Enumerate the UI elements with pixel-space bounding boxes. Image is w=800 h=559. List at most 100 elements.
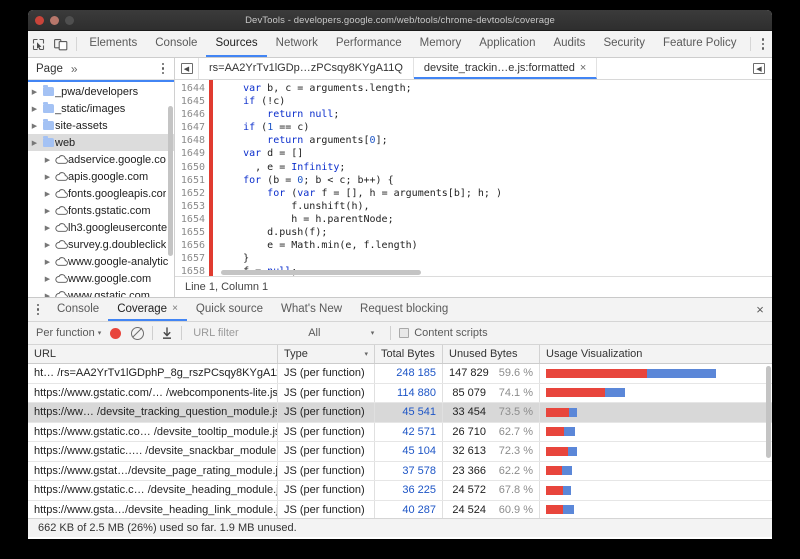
device-toolbar-icon[interactable] — [50, 31, 72, 57]
content-scripts-checkbox[interactable]: Content scripts — [399, 327, 488, 339]
chevron-right-icon[interactable]: ▶ — [41, 190, 54, 198]
drawer-tab-quick-source[interactable]: Quick source — [187, 298, 272, 321]
type-filter-select[interactable]: All ▾ — [308, 327, 382, 339]
drawer-more-icon[interactable] — [28, 298, 48, 321]
table-row[interactable]: https://www.gstatic.co… /devsite_tooltip… — [28, 422, 772, 442]
close-drawer-button[interactable]: × — [748, 298, 772, 321]
tree-item-www-google-analytics[interactable]: ▶ www.google-analytic — [28, 253, 174, 270]
coverage-table-header: URL Type ▾ Total Bytes Unused Bytes Usag… — [28, 345, 772, 364]
code-editor[interactable]: 1644 1645 1646 1647 1648 1649 1650 1651 1652 1653… — [175, 80, 772, 276]
record-button[interactable] — [110, 327, 122, 339]
cell-usage-visualization — [540, 442, 772, 461]
show-debugger-icon[interactable]: ◀ — [746, 58, 772, 79]
chevron-right-icon[interactable]: ▶ — [28, 139, 41, 147]
tree-item-web[interactable]: ▶ web — [28, 134, 174, 151]
tab-security[interactable]: Security — [594, 31, 654, 57]
chevron-right-icon[interactable]: ▶ — [41, 275, 54, 283]
tree-item-label: fonts.gstatic.com — [68, 204, 151, 217]
drawer-tab-console[interactable]: Console — [48, 298, 108, 321]
toolbar-divider — [75, 37, 77, 51]
clear-button[interactable] — [131, 326, 145, 340]
devtools-main-tabbar: Elements Console Sources Network Perform… — [28, 31, 772, 58]
chevron-right-icon[interactable]: ▶ — [41, 173, 54, 181]
chevron-right-icon[interactable]: ▶ — [28, 122, 41, 130]
close-icon[interactable]: × — [580, 62, 586, 74]
table-row[interactable]: https://www.gstatic.com/… /webcomponents… — [28, 383, 772, 403]
coverage-mode-select[interactable]: Per function ▾ — [36, 327, 101, 339]
coverage-table-scrollbar[interactable] — [766, 366, 771, 458]
tree-item-www-gstatic-com[interactable]: ▶ www.gstatic.com — [28, 287, 174, 297]
drawer-tab-whats-new[interactable]: What's New — [272, 298, 351, 321]
chevron-right-icon[interactable]: ▶ — [41, 241, 54, 249]
table-row[interactable]: https://www.gsta…/devsite_heading_link_m… — [28, 500, 772, 518]
tab-console[interactable]: Console — [146, 31, 206, 57]
chevron-right-icon[interactable]: ▶ — [41, 156, 54, 164]
table-row[interactable]: https://ww… /devsite_tracking_question_m… — [28, 403, 772, 423]
cell-total-bytes: 114 880 — [375, 383, 443, 402]
tab-elements[interactable]: Elements — [80, 31, 146, 57]
tree-item-site-assets[interactable]: ▶ site-assets — [28, 117, 174, 134]
close-icon[interactable]: × — [172, 303, 178, 314]
tab-application[interactable]: Application — [470, 31, 544, 57]
column-header-type[interactable]: Type ▾ — [278, 345, 375, 363]
table-row[interactable]: https://www.gstat…/devsite_page_rating_m… — [28, 461, 772, 481]
chevron-right-icon[interactable]: ▶ — [41, 207, 54, 215]
table-row[interactable]: https://www.gstatic.c… /devsite_heading_… — [28, 481, 772, 501]
show-navigator-icon[interactable]: ◀ — [175, 58, 199, 79]
column-label: URL — [34, 348, 57, 360]
drawer-tab-coverage[interactable]: Coverage × — [108, 298, 187, 321]
tab-feature-policy[interactable]: Feature Policy — [654, 31, 746, 57]
column-header-unused-bytes[interactable]: Unused Bytes — [443, 345, 540, 363]
tree-item-apis-google[interactable]: ▶ apis.google.com — [28, 168, 174, 185]
cell-type: JS (per function) — [278, 364, 375, 383]
line-number: 1648 — [180, 135, 205, 147]
nav-more-icon[interactable] — [152, 62, 174, 75]
tree-item-survey-g-doubleclick[interactable]: ▶ survey.g.doubleclick — [28, 236, 174, 253]
code-content[interactable]: var b, c = arguments.length; if (!c) ret… — [213, 80, 772, 276]
tree-item-www-google-com[interactable]: ▶ www.google.com — [28, 270, 174, 287]
chevron-right-icon[interactable]: ▶ — [28, 88, 41, 96]
chevron-right-icon[interactable]: ▶ — [41, 224, 54, 232]
tree-item-pwa-developers[interactable]: ▶ _pwa/developers — [28, 83, 174, 100]
code-horizontal-scrollbar[interactable] — [221, 270, 421, 275]
table-row[interactable]: https://www.gstatic.…. /devsite_snackbar… — [28, 442, 772, 462]
tree-item-adservice-google[interactable]: ▶ adservice.google.co — [28, 151, 174, 168]
inspect-element-icon[interactable] — [28, 31, 50, 57]
more-options-icon[interactable] — [754, 31, 772, 57]
tree-item-fonts-gstatic[interactable]: ▶ fonts.gstatic.com — [28, 202, 174, 219]
navigator-more-tabs-icon[interactable]: » — [71, 62, 78, 76]
navigator-scrollbar[interactable] — [168, 106, 173, 256]
cell-unused-bytes: 24 572 67.8 % — [443, 481, 540, 500]
tab-performance[interactable]: Performance — [327, 31, 411, 57]
tree-item-fonts-googleapis[interactable]: ▶ fonts.googleapis.cor — [28, 185, 174, 202]
editor-tab-rs-bundle[interactable]: rs=AA2YrTv1lGDp…zPCsqy8KYgA11Q — [199, 58, 414, 79]
export-download-icon[interactable] — [161, 326, 173, 340]
usage-bar-unused-segment — [546, 485, 563, 495]
checkbox-box[interactable] — [399, 328, 410, 338]
editor-tab-devsite-tracking[interactable]: devsite_trackin…e.js:formatted × — [413, 58, 598, 79]
chevron-right-icon[interactable]: ▶ — [28, 105, 41, 113]
tab-sources[interactable]: Sources — [206, 31, 267, 57]
cloud-icon — [54, 240, 68, 249]
url-filter-input[interactable]: URL filter — [190, 327, 308, 339]
tree-item-static-images[interactable]: ▶ _static/images — [28, 100, 174, 117]
column-header-total-bytes[interactable]: Total Bytes — [375, 345, 443, 363]
column-header-usage-visualization[interactable]: Usage Visualization — [540, 345, 772, 363]
column-header-url[interactable]: URL — [28, 345, 278, 363]
drawer-tab-label: Console — [57, 302, 100, 315]
drawer-tab-request-blocking[interactable]: Request blocking — [351, 298, 457, 321]
table-row[interactable]: ht… /rs=AA2YrTv1lGDphP_8g_rszPCsqy8KYgA1… — [28, 364, 772, 384]
tab-audits[interactable]: Audits — [544, 31, 594, 57]
tab-network[interactable]: Network — [267, 31, 327, 57]
tree-item-lh3-googleusercontent[interactable]: ▶ lh3.googleusercontе — [28, 219, 174, 236]
tab-memory[interactable]: Memory — [411, 31, 471, 57]
chevron-right-icon[interactable]: ▶ — [41, 258, 54, 266]
cell-unused-bytes: 147 829 59.6 % — [443, 364, 540, 383]
usage-bar-used-segment — [604, 388, 625, 398]
unused-percent: 60.9 % — [498, 503, 533, 516]
usage-bar-unused-segment — [546, 427, 565, 437]
line-number: 1653 — [180, 200, 205, 212]
tree-item-label: survey.g.doubleclick — [68, 238, 167, 251]
unused-percent: 62.2 % — [498, 464, 533, 477]
chevron-right-icon[interactable]: ▶ — [41, 292, 54, 298]
